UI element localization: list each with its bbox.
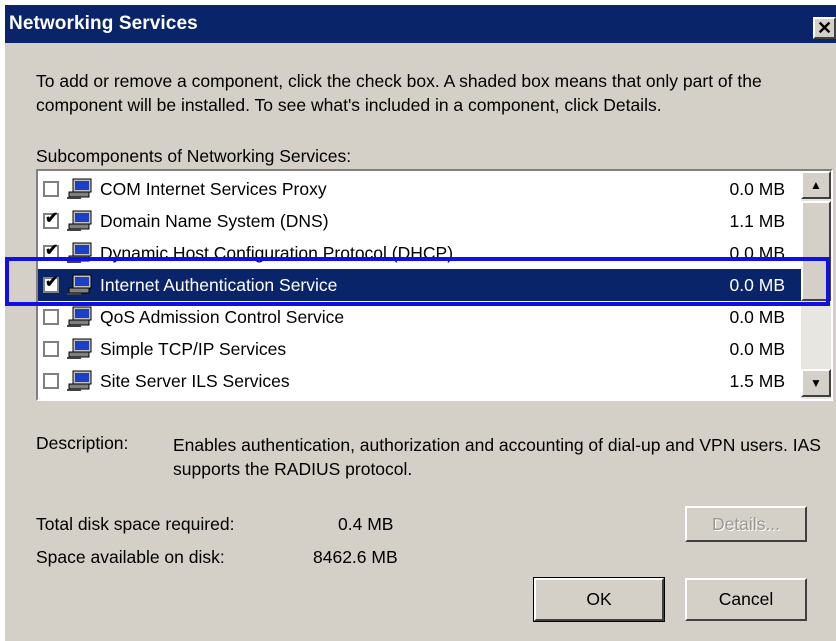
computer-network-icon bbox=[67, 306, 93, 328]
subcomponents-label: Subcomponents of Networking Services: bbox=[36, 146, 352, 166]
list-item[interactable]: ✔ Domain Name System (DNS) 1.1 MB bbox=[38, 205, 803, 237]
total-disk-value: 0.4 MB bbox=[338, 514, 394, 534]
list-scrollbar[interactable]: ▲ ▼ bbox=[801, 171, 831, 399]
item-size: 0.0 MB bbox=[729, 339, 785, 359]
item-checkbox[interactable] bbox=[43, 309, 59, 325]
ok-button[interactable]: OK bbox=[533, 577, 665, 622]
item-checkbox[interactable]: ✔ bbox=[43, 242, 59, 261]
available-disk-label: Space available on disk: bbox=[36, 547, 225, 567]
cancel-button[interactable]: Cancel bbox=[685, 578, 807, 621]
item-name: Simple TCP/IP Services bbox=[100, 339, 287, 359]
item-size: 0.0 MB bbox=[729, 275, 785, 295]
checkmark-icon: ✔ bbox=[45, 210, 59, 227]
item-checkbox[interactable] bbox=[43, 373, 59, 389]
item-checkbox[interactable]: ✔ bbox=[43, 274, 59, 293]
scroll-thumb[interactable] bbox=[801, 201, 831, 301]
item-size: 0.0 MB bbox=[729, 179, 785, 199]
computer-network-icon bbox=[67, 178, 93, 200]
description-text: Enables authentication, authorization an… bbox=[173, 435, 821, 479]
close-icon: ✕ bbox=[816, 18, 833, 38]
item-name: COM Internet Services Proxy bbox=[100, 179, 327, 199]
description-label: Description: bbox=[36, 433, 129, 453]
down-arrow-icon: ▼ bbox=[810, 376, 822, 390]
details-button[interactable]: Details... bbox=[685, 506, 807, 542]
checkmark-icon: ✔ bbox=[45, 242, 59, 259]
item-checkbox[interactable]: ✔ bbox=[43, 210, 59, 229]
computer-network-icon bbox=[67, 210, 93, 232]
scroll-down-button[interactable]: ▼ bbox=[801, 369, 831, 397]
total-disk-label: Total disk space required: bbox=[36, 514, 235, 534]
dialog-title: Networking Services bbox=[9, 13, 198, 34]
list-item[interactable]: Site Server ILS Services 1.5 MB bbox=[38, 365, 803, 397]
list-item[interactable]: ✔ Internet Authentication Service 0.0 MB bbox=[38, 269, 803, 301]
list-item[interactable]: QoS Admission Control Service 0.0 MB bbox=[38, 301, 803, 333]
computer-network-icon bbox=[67, 338, 93, 360]
title-bar: Networking Services ✕ bbox=[5, 5, 836, 43]
computer-network-icon bbox=[67, 242, 93, 264]
item-name: Dynamic Host Configuration Protocol (DHC… bbox=[100, 243, 454, 263]
checkmark-icon: ✔ bbox=[45, 274, 59, 291]
item-size: 1.1 MB bbox=[729, 211, 785, 231]
item-checkbox[interactable] bbox=[43, 181, 59, 197]
item-size: 0.0 MB bbox=[729, 307, 785, 327]
list-item[interactable]: ✔ Dynamic Host Configuration Protocol (DH… bbox=[38, 237, 803, 269]
list-item[interactable]: Simple TCP/IP Services 0.0 MB bbox=[38, 333, 803, 365]
item-name: Site Server ILS Services bbox=[100, 371, 290, 391]
instructions-text: To add or remove a component, click the … bbox=[36, 71, 762, 115]
subcomponents-list[interactable]: COM Internet Services Proxy 0.0 MB ✔ Domain… bbox=[36, 169, 833, 401]
available-disk-value: 8462.6 MB bbox=[313, 547, 398, 567]
scroll-up-button[interactable]: ▲ bbox=[801, 171, 831, 199]
item-size: 0.0 MB bbox=[729, 243, 785, 263]
item-size: 1.5 MB bbox=[729, 371, 785, 391]
item-name: Domain Name System (DNS) bbox=[100, 211, 329, 231]
close-button[interactable]: ✕ bbox=[813, 17, 836, 39]
item-name: Internet Authentication Service bbox=[100, 275, 338, 295]
networking-services-dialog: Networking Services ✕ To add or remove a… bbox=[5, 5, 836, 641]
list-item[interactable]: COM Internet Services Proxy 0.0 MB bbox=[38, 173, 803, 205]
computer-network-icon bbox=[67, 370, 93, 392]
computer-network-icon bbox=[67, 274, 93, 296]
item-checkbox[interactable] bbox=[43, 341, 59, 357]
up-arrow-icon: ▲ bbox=[810, 178, 822, 192]
item-name: QoS Admission Control Service bbox=[100, 307, 345, 327]
